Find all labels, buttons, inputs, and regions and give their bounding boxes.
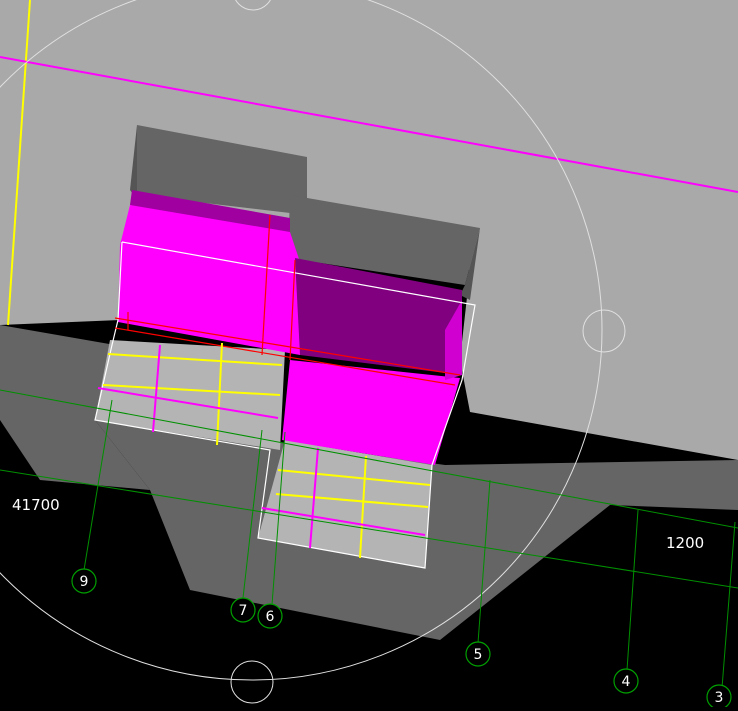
grid-axis-9-label: 9 — [80, 574, 89, 590]
3d-model-viewport[interactable]: 9 7 6 5 4 3 41700 1200 — [0, 0, 738, 710]
grid-axis-7[interactable]: 7 — [230, 597, 256, 623]
grid-axis-5-label: 5 — [474, 647, 483, 663]
dimension-label-left: 41700 — [12, 496, 60, 514]
grid-axis-7-label: 7 — [239, 603, 248, 619]
grid-axis-9[interactable]: 9 — [71, 568, 97, 594]
grid-axis-4[interactable]: 4 — [613, 668, 639, 694]
grid-axis-6-label: 6 — [266, 609, 275, 625]
grid-axis-4-label: 4 — [622, 674, 631, 690]
grid-axis-3[interactable]: 3 — [706, 684, 732, 710]
grid-axis-3-label: 3 — [715, 690, 724, 706]
grid-axis-5[interactable]: 5 — [465, 641, 491, 667]
grid-axis-6[interactable]: 6 — [257, 603, 283, 629]
dimension-label-right: 1200 — [666, 534, 704, 552]
